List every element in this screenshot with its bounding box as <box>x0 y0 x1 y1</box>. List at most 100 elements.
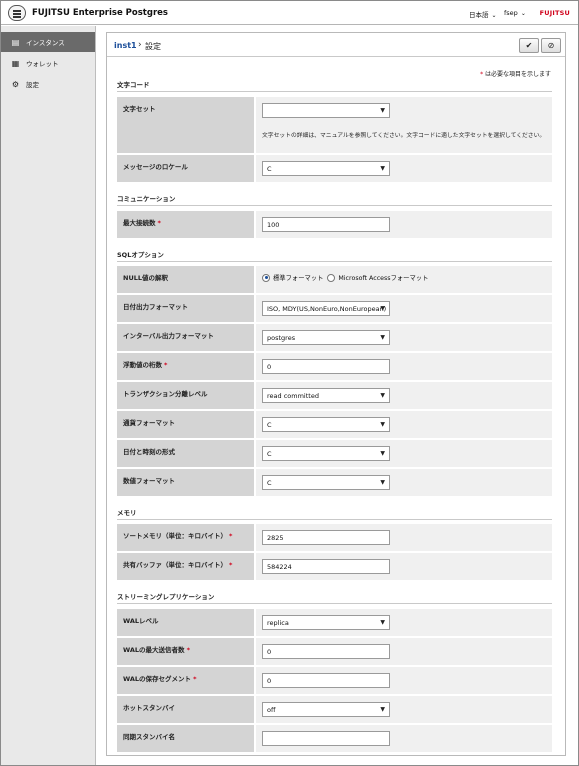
chevron-down-icon: ⌄ <box>491 12 497 19</box>
gear-icon: ⚙ <box>11 79 20 89</box>
breadcrumb-separator: › <box>138 40 142 50</box>
field-value: off ▼ <box>256 696 552 723</box>
row-msg-locale: メッセージのロケール C ▼ <box>117 155 552 182</box>
field-label: 文字セット <box>117 97 254 153</box>
sidebar-item-label: ウォレット <box>26 60 59 68</box>
section-divider <box>117 91 552 92</box>
field-value: 2825 <box>256 524 552 551</box>
row-wal-level: WALレベル replica ▼ <box>117 609 552 636</box>
sidebar: ▤ インスタンス ▦ ウォレット ⚙ 設定 <box>1 26 96 765</box>
sort-mem-input[interactable]: 2825 <box>262 530 390 545</box>
field-label: ソートメモリ（単位：キロバイト） * <box>117 524 254 551</box>
row-max-conn: 最大接続数 * 100 <box>117 211 552 238</box>
field-label: 浮動値の桁数 * <box>117 353 254 380</box>
null-interp-radio-group: 標準フォーマット Microsoft Accessフォーマット <box>262 273 428 282</box>
date-format-select[interactable]: ISO, MDY(US,NonEuro,NonEuropean) ▼ <box>262 301 390 316</box>
required-note: * は必要な項目を示します <box>480 71 551 78</box>
dropdown-arrow-icon: ▼ <box>380 421 385 428</box>
float-digits-input[interactable]: 0 <box>262 359 390 374</box>
field-value: ▼ 文字セットの詳細は、マニュアルを参照してください。文字コードに適した文字セッ… <box>256 97 552 153</box>
row-interval-format: インターバル出力フォーマット postgres ▼ <box>117 324 552 351</box>
field-value: 標準フォーマット Microsoft Accessフォーマット <box>256 266 552 293</box>
field-label: NULL値の解釈 <box>117 266 254 293</box>
interval-format-select[interactable]: postgres ▼ <box>262 330 390 345</box>
field-value: 0 <box>256 638 552 665</box>
wal-level-select[interactable]: replica ▼ <box>262 615 390 630</box>
txn-isolation-select[interactable]: read committed ▼ <box>262 388 390 403</box>
database-icon: ▤ <box>11 37 20 47</box>
save-button[interactable]: ✔ <box>519 38 539 53</box>
app-title: FUJITSU Enterprise Postgres <box>32 8 168 18</box>
field-value: C ▼ <box>256 411 552 438</box>
field-label: トランザクション分離レベル <box>117 382 254 409</box>
field-label: ホットスタンバイ <box>117 696 254 723</box>
sidebar-item-label: インスタンス <box>26 39 65 47</box>
file-icon: ▦ <box>11 58 20 68</box>
radio-access-format[interactable] <box>327 273 336 282</box>
row-wal-keep: WALの保存セグメント * 0 <box>117 667 552 694</box>
wal-keep-input[interactable]: 0 <box>262 673 390 688</box>
language-menu[interactable]: 日本語 ⌄ <box>469 9 497 19</box>
field-label: メッセージのロケール <box>117 155 254 182</box>
sync-standby-input[interactable] <box>262 731 390 746</box>
user-label: fsep <box>504 9 518 17</box>
dropdown-arrow-icon: ▼ <box>380 392 385 399</box>
field-label: WALレベル <box>117 609 254 636</box>
row-charset: 文字セット ▼ 文字セットの詳細は、マニュアルを参照してください。文字コードに適… <box>117 97 552 153</box>
row-sync-standby: 同期スタンバイ名 <box>117 725 552 752</box>
sidebar-item-wallet[interactable]: ▦ ウォレット <box>1 53 95 73</box>
sidebar-item-instance[interactable]: ▤ インスタンス <box>1 32 95 52</box>
hot-standby-select[interactable]: off ▼ <box>262 702 390 717</box>
row-numeric: 数値フォーマット C ▼ <box>117 469 552 496</box>
field-value: read committed ▼ <box>256 382 552 409</box>
fujitsu-logo: FUJITSU <box>539 9 570 17</box>
field-value: C ▼ <box>256 440 552 467</box>
max-conn-input[interactable]: 100 <box>262 217 390 232</box>
field-value: 100 <box>256 211 552 238</box>
field-value: 584224 <box>256 553 552 580</box>
row-float-digits: 浮動値の桁数 * 0 <box>117 353 552 380</box>
language-label: 日本語 <box>469 11 489 19</box>
field-value: replica ▼ <box>256 609 552 636</box>
cancel-button[interactable]: ⊘ <box>541 38 561 53</box>
wal-senders-input[interactable]: 0 <box>262 644 390 659</box>
field-value: 0 <box>256 353 552 380</box>
field-label: 最大接続数 * <box>117 211 254 238</box>
sidebar-item-settings[interactable]: ⚙ 設定 <box>1 74 95 94</box>
field-value: C ▼ <box>256 155 552 182</box>
row-txn-isolation: トランザクション分離レベル read committed ▼ <box>117 382 552 409</box>
section-divider <box>117 261 552 262</box>
msg-locale-select[interactable]: C ▼ <box>262 161 390 176</box>
datetime-select[interactable]: C ▼ <box>262 446 390 461</box>
section-title-comm: コミュニケーション <box>117 195 176 203</box>
charset-select[interactable]: ▼ <box>262 103 390 118</box>
dropdown-arrow-icon: ▼ <box>380 334 385 341</box>
charset-help-text: 文字セットの詳細は、マニュアルを参照してください。文字コードに適した文字セットを… <box>262 133 546 139</box>
field-label: 日付と時刻の形式 <box>117 440 254 467</box>
shared-buf-input[interactable]: 584224 <box>262 559 390 574</box>
dropdown-arrow-icon: ▼ <box>380 706 385 713</box>
radio-standard-format[interactable] <box>262 273 270 282</box>
row-datetime: 日付と時刻の形式 C ▼ <box>117 440 552 467</box>
dropdown-arrow-icon: ▼ <box>380 479 385 486</box>
section-divider <box>117 519 552 520</box>
field-label: 同期スタンバイ名 <box>117 725 254 752</box>
hamburger-menu-icon[interactable] <box>8 5 26 21</box>
breadcrumb-instance-link[interactable]: inst1 <box>114 41 137 50</box>
currency-select[interactable]: C ▼ <box>262 417 390 432</box>
chevron-down-icon: ⌄ <box>520 10 526 17</box>
row-shared-buf: 共有バッファ（単位：キロバイト） * 584224 <box>117 553 552 580</box>
row-sort-mem: ソートメモリ（単位：キロバイト） * 2825 <box>117 524 552 551</box>
settings-panel: inst1 › 設定 ✔ ⊘ * は必要な項目を示します 文字コード 文字セット… <box>106 32 566 756</box>
user-menu[interactable]: fsep ⌄ <box>504 9 526 17</box>
numeric-select[interactable]: C ▼ <box>262 475 390 490</box>
field-label: WALの最大送信者数 * <box>117 638 254 665</box>
radio-label: 標準フォーマット <box>273 275 324 282</box>
section-title-sql: SQLオプション <box>117 251 164 259</box>
radio-label: Microsoft Accessフォーマット <box>338 275 429 282</box>
section-title-mem: メモリ <box>117 509 137 517</box>
field-label: 共有バッファ（単位：キロバイト） * <box>117 553 254 580</box>
dropdown-arrow-icon: ▼ <box>380 305 385 312</box>
row-date-format: 日付出力フォーマット ISO, MDY(US,NonEuro,NonEurope… <box>117 295 552 322</box>
field-label: インターバル出力フォーマット <box>117 324 254 351</box>
